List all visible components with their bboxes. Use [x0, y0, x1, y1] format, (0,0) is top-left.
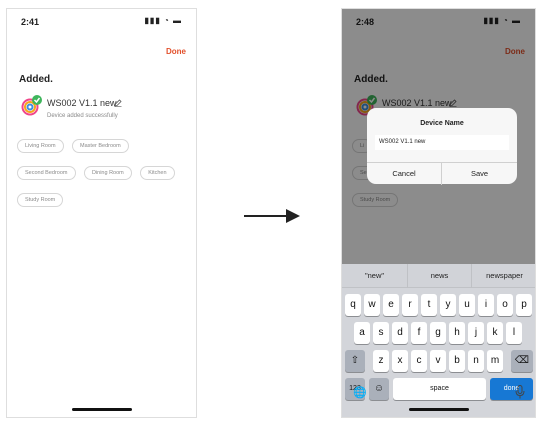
key-t[interactable]: t	[421, 294, 437, 316]
device-name: WS002 V1.1 new	[47, 98, 117, 108]
room-chip-dining-room[interactable]: Dining Room	[83, 166, 132, 180]
key-c[interactable]: c	[411, 350, 427, 372]
key-q[interactable]: q	[345, 294, 361, 316]
device-name-input[interactable]: WS002 V1.1 new	[375, 135, 509, 150]
key-r[interactable]: r	[402, 294, 418, 316]
key-d[interactable]: d	[392, 322, 408, 344]
prediction-bar: "new" news newspaper	[342, 264, 535, 288]
status-icons: ▮▮▮ ◔ ▬	[144, 16, 182, 25]
key-a[interactable]: a	[354, 322, 370, 344]
key-w[interactable]: w	[364, 294, 380, 316]
home-indicator[interactable]	[71, 408, 132, 411]
backspace-key[interactable]: ⌫	[511, 350, 533, 372]
key-i[interactable]: i	[478, 294, 494, 316]
emoji-key[interactable]: ☺	[369, 378, 389, 400]
microphone-icon[interactable]	[515, 385, 525, 399]
key-v[interactable]: v	[430, 350, 446, 372]
key-k[interactable]: k	[487, 322, 503, 344]
key-y[interactable]: y	[440, 294, 456, 316]
rename-dialog: Device Name WS002 V1.1 new Cancel Save	[367, 108, 517, 185]
device-logo-icon	[21, 95, 42, 116]
done-key[interactable]: done	[490, 378, 533, 400]
key-o[interactable]: o	[497, 294, 513, 316]
key-g[interactable]: g	[430, 322, 446, 344]
space-key[interactable]: space	[393, 378, 486, 400]
room-chip-second-bedroom[interactable]: Second Bedroom	[17, 166, 76, 180]
key-l[interactable]: l	[506, 322, 522, 344]
done-button[interactable]: Done	[166, 47, 186, 56]
key-p[interactable]: p	[516, 294, 532, 316]
room-chip-kitchen[interactable]: Kitchen	[140, 166, 175, 180]
prediction-1[interactable]: "new"	[342, 264, 407, 288]
key-s[interactable]: s	[373, 322, 389, 344]
dialog-button-row: Cancel Save	[367, 162, 517, 185]
room-chip-master-bedroom[interactable]: Master Bedroom	[72, 139, 129, 153]
key-m[interactable]: m	[487, 350, 503, 372]
dialog-title: Device Name	[420, 120, 464, 127]
room-chip-list: Living Room Master Bedroom Second Bedroo…	[17, 134, 195, 215]
key-j[interactable]: j	[468, 322, 484, 344]
key-f[interactable]: f	[411, 322, 427, 344]
save-button[interactable]: Save	[442, 163, 517, 185]
onscreen-keyboard: "new" news newspaper q w e r t y u i o p…	[342, 264, 535, 417]
key-n[interactable]: n	[468, 350, 484, 372]
phone-screen-after: 2:48 ▮▮▮ ◔ ▬ Done Added. WS002 V1.1 new …	[341, 8, 536, 418]
room-chip-study-room[interactable]: Study Room	[17, 193, 64, 207]
key-e[interactable]: e	[383, 294, 399, 316]
device-row: WS002 V1.1 new Device added successfully	[21, 94, 191, 124]
device-status-text: Device added successfully	[47, 113, 118, 119]
cancel-button[interactable]: Cancel	[367, 163, 442, 185]
status-bar: 2:41 ▮▮▮ ◔ ▬	[7, 9, 196, 31]
shift-key[interactable]: ⇧	[345, 350, 365, 372]
room-chip-living-room[interactable]: Living Room	[17, 139, 64, 153]
phone-screen-before: 2:41 ▮▮▮ ◔ ▬ Done Added. WS002 V1.1 new …	[6, 8, 197, 418]
prediction-2[interactable]: news	[407, 264, 472, 288]
key-u[interactable]: u	[459, 294, 475, 316]
key-z[interactable]: z	[373, 350, 389, 372]
edit-pencil-icon[interactable]	[114, 99, 122, 107]
right-arrow-icon	[244, 209, 300, 223]
status-time: 2:41	[21, 17, 40, 27]
home-indicator[interactable]	[408, 408, 469, 411]
key-x[interactable]: x	[392, 350, 408, 372]
key-b[interactable]: b	[449, 350, 465, 372]
key-h[interactable]: h	[449, 322, 465, 344]
added-heading: Added.	[19, 74, 53, 85]
prediction-3[interactable]: newspaper	[472, 264, 535, 288]
globe-icon[interactable]: 🌐	[353, 386, 367, 399]
